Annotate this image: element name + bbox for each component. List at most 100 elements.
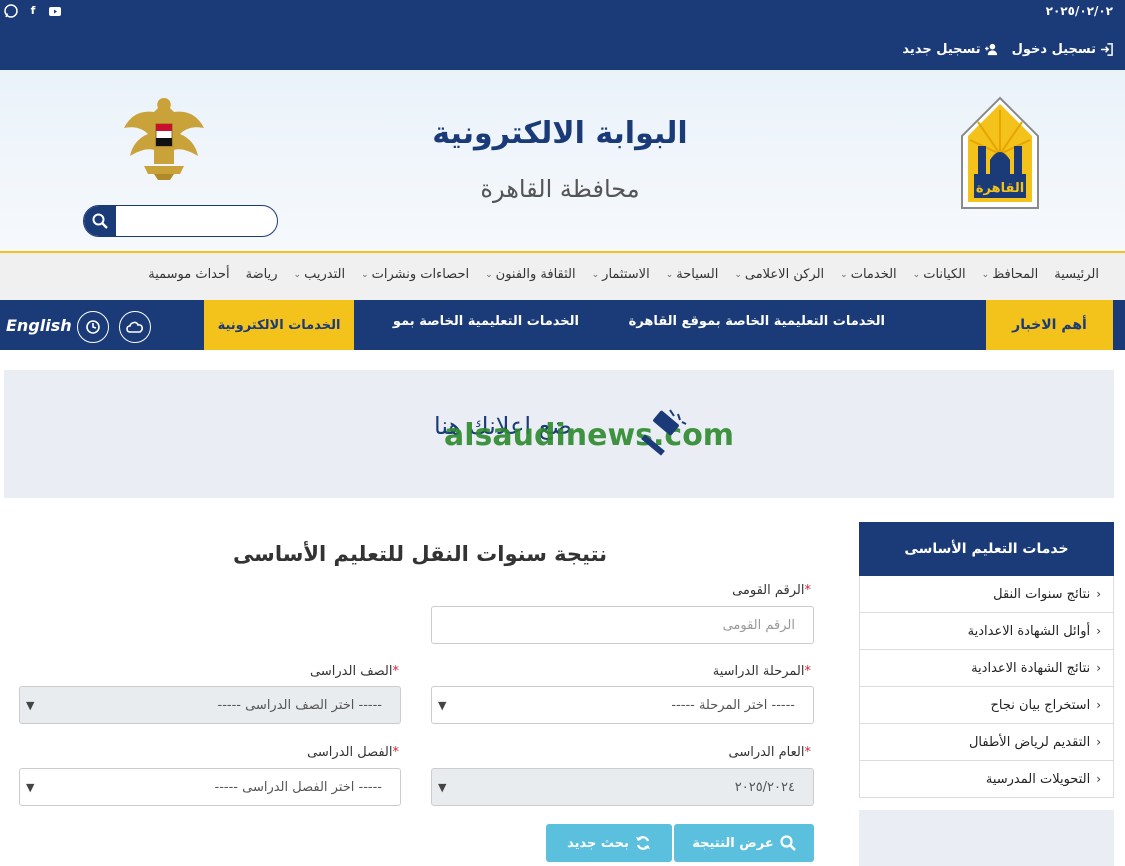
sidebar-item-label: نتائج سنوات النقل [993,586,1091,602]
term-select[interactable]: ----- اختر الفصل الدراسى ----- ▼ [19,768,401,806]
sidebar-item[interactable]: ‹ استخراج بيان نجاح [859,687,1114,724]
sidebar-item[interactable]: ‹ التقديم لرياض الأطفال [859,724,1114,761]
egypt-eagle-logo [120,94,208,186]
news-ticker: الخدمات التعليمية الخاصة بموقع القاهرة ا… [355,300,980,350]
top-bar: f ٢٠٢٥/٠٢/٠٢ تسجيل دخول تسجيل جديد [0,0,1125,70]
nav-item-label: الركن الاعلامى [744,267,825,282]
sidebar-item-label: نتائج الشهادة الاعدادية [971,660,1091,676]
search-button[interactable] [84,206,116,236]
basic-education-services-sidebar: خدمات التعليم الأساسى ‹ نتائج سنوات النقل… [859,522,1114,866]
search-icon [92,213,108,229]
nav-item[interactable]: الركن الاعلامى ⌄ [726,267,832,282]
nav-item[interactable]: احصاءات ونشرات ⌄ [353,267,477,282]
nav-item[interactable]: الرئيسية [1046,267,1107,282]
chevron-down-icon: ▼ [26,699,35,712]
nav-item[interactable]: الخدمات ⌄ [832,267,905,282]
chevron-left-icon: ‹ [1096,735,1101,749]
grade-label-text: الصف الدراسى [310,664,393,679]
sidebar-item[interactable]: ‹ التحويلات المدرسية [859,761,1114,798]
site-subtitle: محافظة القاهرة [480,175,640,203]
e-services-button[interactable]: الخدمات الالكترونية [204,300,354,350]
grade-select-value: ----- اختر الصف الدراسى ----- [217,697,383,713]
register-link[interactable]: تسجيل جديد [902,42,997,57]
year-label-text: العام الدراسى [728,745,805,760]
youtube-icon[interactable] [48,4,62,18]
chevron-left-icon: ‹ [1096,698,1101,712]
national-id-field[interactable]: الرقم القومى [431,606,814,644]
nav-item[interactable]: السياحة ⌄ [658,267,727,282]
sidebar-item[interactable]: ‹ أوائل الشهادة الاعدادية [859,613,1114,650]
stage-label: *المرحلة الدراسية [713,664,814,679]
chevron-left-icon: ‹ [1096,624,1101,638]
nav-item-label: الرئيسية [1054,267,1099,282]
login-link[interactable]: تسجيل دخول [1012,42,1113,57]
sidebar-item-label: أوائل الشهادة الاعدادية [967,623,1091,639]
new-search-label: بحث جديد [567,835,629,851]
new-search-button[interactable]: بحث جديد [546,824,672,862]
nav-item[interactable]: أحداث موسمية [140,267,237,282]
sidebar-item-label: استخراج بيان نجاح [990,697,1091,713]
gavel-icon [641,409,687,456]
weather-button[interactable] [119,311,151,343]
form-title: نتيجة سنوات النقل للتعليم الأساسى [232,542,608,566]
news-bar: أهم الاخبار الخدمات التعليمية الخاصة بمو… [0,300,1125,350]
english-language-link[interactable]: English [6,316,72,335]
sidebar-title: خدمات التعليم الأساسى [859,522,1114,576]
term-label-text: الفصل الدراسى [307,745,393,760]
search-box [83,205,278,237]
nav-item[interactable]: رياضة [238,267,286,282]
year-select-value: ٢٠٢٥/٢٠٢٤ [734,779,795,795]
nav-item[interactable]: التدريب ⌄ [286,267,354,282]
site-header: البوابة الالكترونية محافظة القاهرة القاه… [0,70,1125,253]
chevron-left-icon: ‹ [1096,772,1101,786]
year-select[interactable]: ٢٠٢٥/٢٠٢٤ ▼ [431,768,814,806]
chevron-down-icon: ⌄ [912,269,921,280]
whatsapp-icon[interactable] [4,4,18,18]
chevron-down-icon: ⌄ [840,269,848,280]
news-headline[interactable]: الخدمات التعليمية الخاصة بمو [383,314,579,329]
show-result-label: عرض النتيجة [692,835,774,851]
required-mark: * [804,583,812,598]
facebook-icon[interactable]: f [26,4,40,18]
search-icon [780,835,796,851]
sidebar-item[interactable]: ‹ نتائج الشهادة الاعدادية [859,650,1114,687]
nav-item-label: رياضة [245,267,278,282]
register-label: تسجيل جديد [902,42,981,57]
grade-label: *الصف الدراسى [310,664,402,679]
nav-item[interactable]: الثقافة والفنون ⌄ [477,267,584,282]
login-label: تسجيل دخول [1011,42,1096,57]
chevron-down-icon: ⌄ [665,269,674,280]
show-result-button[interactable]: عرض النتيجة [674,824,814,862]
search-input[interactable] [120,210,270,232]
grade-select[interactable]: ----- اختر الصف الدراسى ----- ▼ [19,686,401,724]
sign-in-icon [1100,43,1113,56]
nav-item-label: الكيانات [923,267,966,282]
chevron-down-icon: ⌄ [361,269,369,280]
nav-item[interactable]: الاستثمار ⌄ [584,267,658,282]
nav-item-label: السياحة [676,267,719,282]
social-links: f [4,4,62,18]
nav-item[interactable]: الكيانات ⌄ [905,267,974,282]
clock-button[interactable] [77,311,109,343]
watermark: alsaudinews.com [444,418,735,453]
news-headline[interactable]: الخدمات التعليمية الخاصة بموقع القاهرة [629,314,885,329]
sidebar-item[interactable]: ‹ نتائج سنوات النقل [859,576,1114,613]
top-news-label: أهم الاخبار [986,300,1113,350]
chevron-down-icon: ⌄ [591,269,600,280]
chevron-down-icon: ⌄ [734,269,742,280]
cloud-icon [126,321,143,333]
chevron-left-icon: ‹ [1096,661,1101,675]
nav-item-label: احصاءات ونشرات [371,267,470,282]
nav-item-label: الاستثمار [602,267,650,282]
nav-item-label: الثقافة والفنون [495,267,576,282]
nav-item[interactable]: المحافظ ⌄ [974,267,1047,282]
stage-select[interactable]: ----- اختر المرحلة ----- ▼ [431,686,814,724]
cairo-governorate-logo[interactable]: القاهرة [958,96,1042,212]
current-date: ٢٠٢٥/٠٢/٠٢ [1045,4,1113,18]
required-mark: * [804,745,812,760]
ad-banner: ضع اعلانك هنا alsaudinews.com [4,370,1114,498]
chevron-down-icon: ⌄ [981,269,990,280]
nav-item-label: أحداث موسمية [148,267,230,282]
nav-item-label: الخدمات [850,267,897,282]
term-select-value: ----- اختر الفصل الدراسى ----- [214,779,382,795]
